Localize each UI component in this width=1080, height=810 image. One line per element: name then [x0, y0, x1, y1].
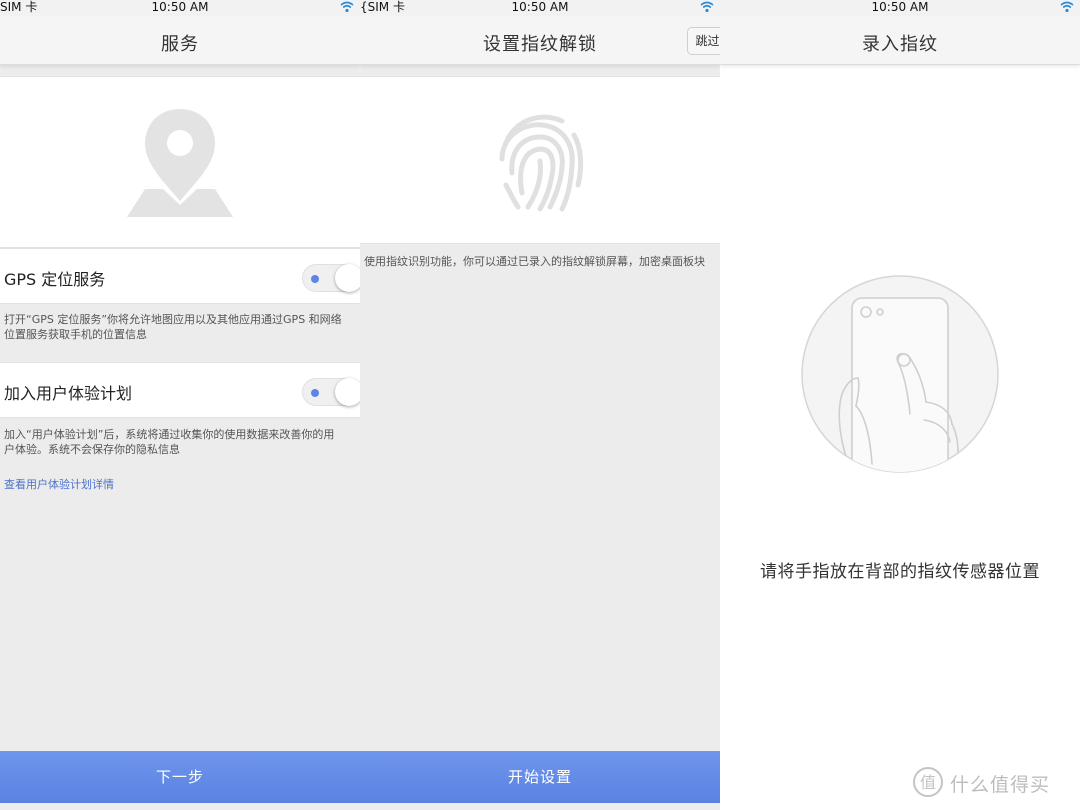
watermark-logo-icon: 值 [913, 767, 943, 797]
toggle-on-indicator [311, 275, 319, 283]
nav-bar: 设置指纹解锁 跳过取消 [360, 16, 720, 65]
clock: 10:50 AM [871, 0, 929, 14]
gps-description: 打开“GPS 定位服务”你将允许地图应用以及其他应用通过GPS 和网络位置服务获… [4, 313, 342, 341]
status-bar: SIM 卡 10:50 AM [0, 0, 360, 16]
toggle-knob [335, 378, 360, 406]
watermark: 值 什么值得买 [912, 766, 1072, 800]
clock: 10:50 AM [151, 0, 209, 14]
fingerprint-hero [360, 76, 720, 244]
wifi-icon [1060, 1, 1074, 13]
page-title: 服务 [161, 34, 199, 55]
toggle-knob [335, 264, 360, 292]
fingerprint-setup-screen: {SIM 卡 10:50 AM 设置指纹解锁 跳过取消 使用指纹识别功能，你可以… [360, 0, 720, 810]
status-bar: 10:50 AM [720, 0, 1080, 16]
nav-bar: 服务 [0, 16, 360, 65]
watermark-text: 什么值得买 [950, 774, 1051, 796]
enroll-fingerprint-screen: 10:50 AM 录入指纹 请将手指放在背部的指纹传感器位置 [720, 0, 1080, 810]
wifi-icon [700, 1, 714, 13]
ux-plan-description: 加入“用户体验计划”后，系统将通过收集你的使用数据来改善你的用户体验。系统不会保… [4, 428, 335, 456]
next-button[interactable]: 下一步 [0, 751, 360, 803]
ux-plan-details-link[interactable]: 查看用户体验计划详情 [4, 476, 114, 492]
clock: 10:50 AM [511, 0, 569, 14]
gps-toggle[interactable] [302, 264, 360, 292]
ux-plan-label: 加入用户体验计划 [4, 384, 133, 403]
gps-row[interactable]: GPS 定位服务 [0, 248, 360, 304]
watermark-logo-text: 值 [920, 773, 936, 792]
location-hero [0, 76, 360, 248]
ux-plan-toggle[interactable] [302, 378, 360, 406]
status-bar: {SIM 卡 10:50 AM [360, 0, 720, 16]
fingerprint-icon [499, 114, 584, 212]
wifi-icon [340, 1, 354, 13]
hand-on-phone-icon [801, 275, 999, 473]
ux-plan-row[interactable]: 加入用户体验计划 [0, 362, 360, 418]
start-setup-button[interactable]: 开始设置 [360, 751, 720, 803]
enroll-prompt: 请将手指放在背部的指纹传感器位置 [760, 562, 1040, 582]
toggle-on-indicator [311, 389, 319, 397]
skip-label: 跳过 [695, 34, 720, 48]
skip-button[interactable]: 跳过取消 [687, 27, 720, 55]
page-title: 录入指纹 [862, 34, 938, 55]
location-pin-icon [127, 109, 233, 217]
gps-label: GPS 定位服务 [4, 270, 106, 289]
fingerprint-description: 使用指纹识别功能，你可以通过已录入的指纹解锁屏幕，加密桌面板块 [364, 255, 705, 268]
page-title: 设置指纹解锁 [483, 34, 597, 55]
services-screen: SIM 卡 10:50 AM 服务 GPS 定位服务 打开“GPS 定位服务”你… [0, 0, 360, 810]
nav-bar: 录入指纹 [720, 16, 1080, 65]
